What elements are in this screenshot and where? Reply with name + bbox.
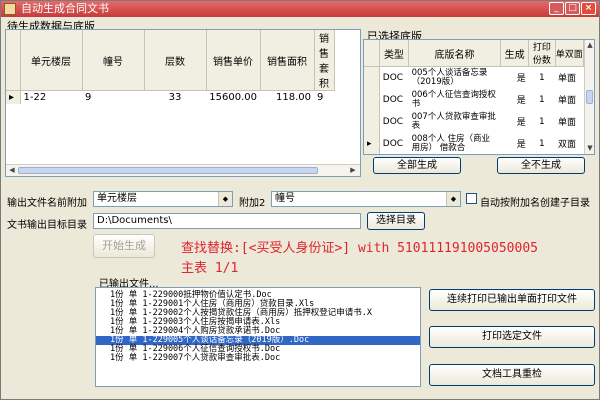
- chevron-down-icon[interactable]: ◆: [446, 192, 460, 206]
- all-no-generate-button[interactable]: 全不生成: [497, 157, 585, 174]
- table-row[interactable]: DOC 007个人贷款审查审批表 是 1 单面: [364, 110, 584, 133]
- scroll-left-icon[interactable]: ◀: [7, 166, 17, 175]
- prefix-label: 输出文件名前附加: [7, 198, 87, 209]
- cell-side[interactable]: 单面: [555, 89, 583, 111]
- table-row[interactable]: DOC 005个人谈话备忘录（2019版） 是 1 单面: [364, 66, 584, 89]
- column-header[interactable]: 销售套积: [314, 30, 335, 91]
- print-all-button[interactable]: 连续打印已输出单面打印文件: [429, 289, 595, 311]
- status-line-2: 主表 1/1: [181, 261, 239, 276]
- cell-gen[interactable]: 是: [500, 67, 528, 89]
- scroll-right-icon[interactable]: ▶: [348, 166, 358, 175]
- cell-type[interactable]: DOC: [379, 111, 408, 133]
- column-header[interactable]: 打印份数: [528, 40, 556, 67]
- close-button[interactable]: ×: [581, 2, 596, 15]
- row-indicator: ▸: [364, 132, 380, 154]
- auto-subdir-label: 自动按附加名创建子目录: [480, 198, 590, 209]
- cell-copies[interactable]: 1: [529, 89, 555, 111]
- table-row[interactable]: DOC 006个人征信查询授权书 是 1 单面: [364, 88, 584, 111]
- grid-corner: [364, 40, 380, 67]
- cell-name[interactable]: 008个人 住房（商业用房） 借款合: [409, 133, 501, 155]
- cell-side[interactable]: 单面: [555, 67, 583, 89]
- cell-price[interactable]: 15600.00: [206, 91, 260, 104]
- table-row[interactable]: ▸ 1-22 9 33 15600.00 118.00 9: [6, 90, 334, 104]
- column-header[interactable]: 单双面: [555, 40, 585, 67]
- prefix-select[interactable]: 单元楼层 ◆: [93, 191, 233, 207]
- vertical-scrollbar[interactable]: ▲ ▼: [584, 40, 594, 154]
- column-header[interactable]: 底版名称: [408, 40, 501, 67]
- minimize-button[interactable]: _: [549, 2, 564, 15]
- maximize-button[interactable]: □: [565, 2, 580, 15]
- dir-input[interactable]: D:\Documents\: [93, 213, 361, 229]
- select-dir-button[interactable]: 选择目录: [367, 212, 425, 230]
- cell-type[interactable]: DOC: [379, 67, 408, 89]
- cell-extra[interactable]: 9: [314, 91, 334, 104]
- data-grid[interactable]: 单元楼层 幢号 层数 销售单价 销售面积 销售套积 ▸ 1-22 9 33 15…: [5, 29, 361, 177]
- cell-name[interactable]: 005个人谈话备忘录（2019版）: [409, 67, 501, 89]
- prefix-value: 单元楼层: [97, 193, 137, 204]
- main-window: 自动生成合同文书 _ □ × 待生成数据与底版 单元楼层 幢号 层数 销售单价 …: [0, 0, 600, 400]
- print-selected-button[interactable]: 打印选定文件: [429, 326, 595, 348]
- cell-gen[interactable]: 是: [500, 89, 528, 111]
- chevron-down-icon[interactable]: ◆: [218, 192, 232, 206]
- prefix2-value: 幢号: [275, 193, 295, 204]
- auto-subdir-checkbox[interactable]: [466, 193, 477, 204]
- cell-name[interactable]: 007个人贷款审查审批表: [409, 111, 501, 133]
- column-header[interactable]: 单元楼层: [20, 30, 83, 91]
- scroll-thumb[interactable]: [18, 167, 318, 174]
- doc-tool-recheck-button[interactable]: 文档工具重检: [429, 364, 595, 386]
- cell-side[interactable]: 单面: [555, 111, 583, 133]
- scroll-up-icon[interactable]: ▲: [585, 40, 594, 50]
- horizontal-scrollbar[interactable]: ◀ ▶: [6, 164, 360, 176]
- cell-name[interactable]: 006个人征信查询授权书: [409, 89, 501, 111]
- list-item[interactable]: 1份 单 1-229007个人贷款审查审批表.Doc: [96, 354, 420, 363]
- title-bar[interactable]: 自动生成合同文书 _ □ ×: [1, 1, 599, 17]
- all-generate-button[interactable]: 全部生成: [373, 157, 461, 174]
- start-generate-button[interactable]: 开始生成: [93, 234, 155, 258]
- status-line-1: 查找替换:[<买受人身份证>] with 510111191005050005: [181, 241, 538, 256]
- column-header[interactable]: 幢号: [82, 30, 145, 91]
- cell-gen[interactable]: 是: [500, 133, 528, 155]
- column-header[interactable]: 生成: [500, 40, 530, 67]
- cell-gen[interactable]: 是: [500, 111, 528, 133]
- scroll-thumb[interactable]: [586, 90, 593, 104]
- dir-label: 文书输出目标目录: [7, 220, 87, 231]
- cell-unit[interactable]: 1-22: [20, 91, 82, 104]
- cell-copies[interactable]: 1: [529, 133, 555, 155]
- scroll-down-icon[interactable]: ▼: [585, 143, 594, 153]
- cell-building[interactable]: 9: [82, 91, 144, 104]
- app-icon: [4, 3, 16, 15]
- cell-side[interactable]: 双面: [555, 133, 583, 155]
- column-header[interactable]: 销售面积: [260, 30, 315, 91]
- table-row[interactable]: ▸ DOC 008个人 住房（商业用房） 借款合 是 1 双面: [364, 132, 584, 155]
- column-header[interactable]: 类型: [379, 40, 410, 67]
- column-header[interactable]: 销售单价: [206, 30, 261, 91]
- cell-floors[interactable]: 33: [144, 91, 206, 104]
- cell-copies[interactable]: 1: [529, 111, 555, 133]
- template-grid[interactable]: 类型 底版名称 生成 打印份数 单双面 DOC 005个人谈话备忘录（2019版…: [363, 39, 595, 155]
- cell-type[interactable]: DOC: [379, 133, 408, 155]
- prefix2-select[interactable]: 幢号 ◆: [271, 191, 461, 207]
- cell-type[interactable]: DOC: [379, 89, 408, 111]
- row-indicator: ▸: [6, 90, 21, 104]
- window-title: 自动生成合同文书: [21, 2, 109, 15]
- grid-corner: [6, 30, 21, 91]
- cell-copies[interactable]: 1: [529, 67, 555, 89]
- cell-area[interactable]: 118.00: [260, 91, 314, 104]
- output-file-list[interactable]: 1份 单 1-229000抵押物价值认定书.Doc 1份 单 1-229001个…: [95, 287, 421, 387]
- column-header[interactable]: 层数: [144, 30, 207, 91]
- prefix2-label: 附加2: [239, 198, 266, 209]
